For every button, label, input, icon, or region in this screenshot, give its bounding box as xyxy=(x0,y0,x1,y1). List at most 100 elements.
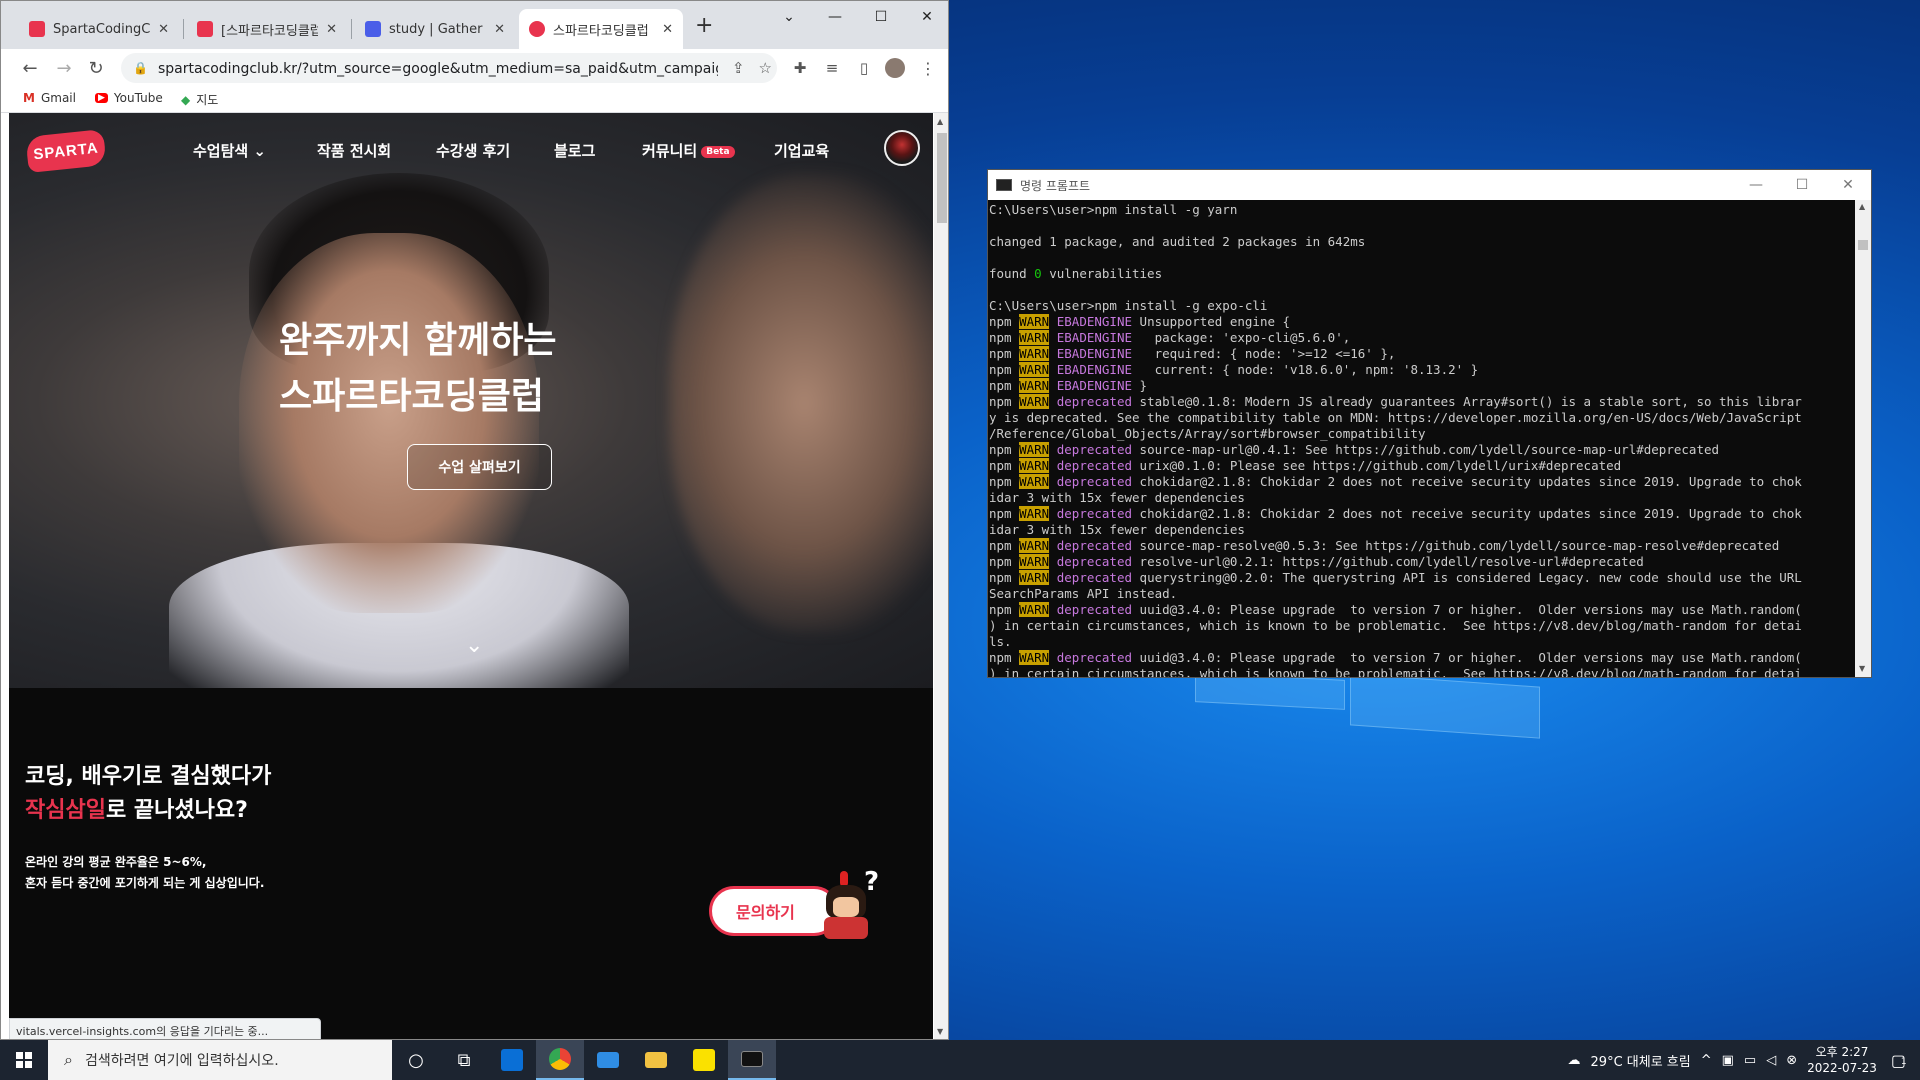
nav-showcase[interactable]: 작품 전시회 xyxy=(317,140,391,161)
scroll-down-arrow-icon[interactable]: ▼ xyxy=(1859,664,1865,673)
taskbar-search-box[interactable]: ⌕ 검색하려면 여기에 입력하십시오. xyxy=(48,1040,392,1080)
bookmarks-bar: M Gmail ▶ YouTube ◆ 지도 xyxy=(1,87,948,113)
weather-text[interactable]: 29°C 대체로 흐림 xyxy=(1591,1051,1691,1070)
close-window-button[interactable]: ✕ xyxy=(1825,170,1871,200)
cmd-warn-kind: EBADENGINE xyxy=(1056,362,1133,377)
notification-center-icon[interactable]: ▢ 1 xyxy=(1891,1051,1907,1070)
scroll-down-chevron-icon[interactable]: ⌄ xyxy=(465,633,483,658)
cmd-warn-kind: deprecated xyxy=(1056,554,1133,569)
close-icon[interactable]: ✕ xyxy=(326,22,337,37)
cmd-warn-badge: WARN xyxy=(1019,394,1050,409)
close-icon[interactable]: ✕ xyxy=(662,22,673,37)
tab-search-chevron-icon[interactable]: ⌄ xyxy=(766,1,812,33)
cmd-warn-badge: WARN xyxy=(1019,474,1050,489)
url-text: spartacodingclub.kr/?utm_source=google&u… xyxy=(157,61,718,77)
minimize-button[interactable]: — xyxy=(812,1,858,33)
weather-cloud-icon[interactable]: ☁ xyxy=(1568,1053,1581,1068)
browse-courses-button[interactable]: 수업 살펴보기 xyxy=(407,444,552,490)
cmd-warn-badge: WARN xyxy=(1019,554,1050,569)
youtube-icon: ▶ xyxy=(95,93,108,103)
sparta-logo[interactable]: SPARTA xyxy=(25,129,107,173)
forward-arrow-icon[interactable]: → xyxy=(53,57,75,79)
close-icon[interactable]: ✕ xyxy=(158,22,169,37)
section-title-line: 작심삼일로 끝나셨나요? xyxy=(25,794,271,828)
back-arrow-icon[interactable]: ← xyxy=(19,57,41,79)
browser-tab[interactable]: [스파르타코딩클럽 ✕ xyxy=(187,9,347,49)
volume-icon[interactable]: ◁ xyxy=(1766,1053,1776,1068)
cmd-text: source-map-resolve@0.5.3: See https://gi… xyxy=(1132,538,1780,553)
chrome-taskbar-icon[interactable] xyxy=(536,1040,584,1080)
mail-tile xyxy=(597,1052,619,1068)
hero-title: 완주까지 함께하는 스파르타코딩클럽 xyxy=(279,313,699,425)
scroll-down-arrow-icon[interactable]: ▼ xyxy=(937,1027,943,1036)
tray-chevron-up-icon[interactable]: ^ xyxy=(1701,1053,1712,1068)
extensions-puzzle-icon[interactable]: ✚ xyxy=(789,57,811,79)
clock-date: 2022-07-23 xyxy=(1807,1061,1877,1075)
cmd-npm-prefix: npm xyxy=(989,394,1020,409)
task-view-icon[interactable]: ⧉ xyxy=(440,1040,488,1080)
close-window-button[interactable]: ✕ xyxy=(904,1,948,33)
maximize-button[interactable]: ☐ xyxy=(1779,170,1825,200)
user-avatar[interactable] xyxy=(884,130,920,166)
close-icon[interactable]: ✕ xyxy=(494,22,505,37)
reload-icon[interactable]: ↻ xyxy=(85,57,107,79)
cmd-warn-kind: deprecated xyxy=(1056,474,1133,489)
cmd-line: found 0 vulnerabilities xyxy=(989,266,1855,282)
tray-status-icon[interactable]: ⊗ xyxy=(1786,1053,1797,1068)
cmd-output[interactable]: C:\Users\user>npm install -g yarn changed… xyxy=(988,200,1855,677)
cmd-line: idar 3 with 15x fewer dependencies xyxy=(989,490,1245,505)
new-tab-button[interactable]: + xyxy=(695,13,713,38)
page-scrollbar[interactable]: ▲ ▼ xyxy=(934,113,948,1039)
clock[interactable]: 오후 2:27 2022-07-23 xyxy=(1807,1044,1877,1076)
browser-tab[interactable]: SpartaCodingClub ✕ xyxy=(19,9,179,49)
scroll-thumb[interactable] xyxy=(1858,240,1868,250)
nav-reviews[interactable]: 수강생 후기 xyxy=(436,140,510,161)
scroll-thumb[interactable] xyxy=(937,133,947,223)
store-icon[interactable] xyxy=(488,1040,536,1080)
side-panel-icon[interactable]: ▯ xyxy=(853,57,875,79)
cmd-scrollbar[interactable]: ▲ ▼ xyxy=(1855,200,1871,677)
browser-tab[interactable]: study | Gather ✕ xyxy=(355,9,515,49)
bookmark-label: 지도 xyxy=(196,93,219,107)
start-button[interactable] xyxy=(0,1040,48,1080)
nav-enterprise[interactable]: 기업교육 xyxy=(774,140,829,161)
cmd-line xyxy=(989,218,1855,234)
maximize-button[interactable]: ☐ xyxy=(858,1,904,33)
address-bar[interactable]: 🔒 spartacodingclub.kr/?utm_source=google… xyxy=(121,53,777,83)
profile-avatar-icon[interactable] xyxy=(884,57,906,79)
cmd-npm-prefix: npm xyxy=(989,314,1020,329)
network-icon[interactable]: ▭ xyxy=(1744,1053,1756,1068)
browser-tab-active[interactable]: 스파르타코딩클럽 ✕ xyxy=(519,9,683,49)
cmd-line: npm WARN deprecated source-map-resolve@0… xyxy=(989,538,1855,554)
menu-kebab-icon[interactable]: ⋮ xyxy=(917,57,939,79)
bookmark-gmail[interactable]: M Gmail xyxy=(23,91,76,105)
nav-course-explore[interactable]: 수업탐색 ⌄ xyxy=(193,140,266,161)
search-icon: ⌕ xyxy=(64,1050,73,1069)
bookmark-label: Gmail xyxy=(40,91,76,105)
cmd-line: npm WARN deprecated source-map-url@0.4.1… xyxy=(989,442,1855,458)
cmd-line: y is deprecated. See the compatibility t… xyxy=(989,410,1802,425)
tray-device-icon[interactable]: ▣ xyxy=(1722,1053,1734,1068)
clock-time: 오후 2:27 xyxy=(1815,1045,1869,1059)
share-icon[interactable]: ⇪ xyxy=(732,59,745,77)
bookmark-label: YouTube xyxy=(113,91,163,105)
cortana-circle-icon[interactable]: ○ xyxy=(392,1040,440,1080)
cmd-warn-kind: deprecated xyxy=(1056,650,1133,665)
mail-icon[interactable] xyxy=(584,1040,632,1080)
minimize-button[interactable]: — xyxy=(1733,170,1779,200)
scroll-up-arrow-icon[interactable]: ▲ xyxy=(1859,202,1865,211)
cmd-taskbar-icon[interactable] xyxy=(728,1040,776,1080)
file-explorer-icon[interactable] xyxy=(632,1040,680,1080)
nav-community-label: 커뮤니티 xyxy=(642,142,698,160)
cmd-titlebar[interactable]: 명령 프롬프트 — ☐ ✕ xyxy=(988,170,1871,200)
nav-blog[interactable]: 블로그 xyxy=(554,140,595,161)
cmd-warn-badge: WARN xyxy=(1019,346,1050,361)
bookmark-star-icon[interactable]: ☆ xyxy=(759,59,772,77)
kakaotalk-icon[interactable] xyxy=(680,1040,728,1080)
bookmark-youtube[interactable]: ▶ YouTube xyxy=(95,91,163,105)
media-queue-icon[interactable]: ≡ xyxy=(821,57,843,79)
scroll-up-arrow-icon[interactable]: ▲ xyxy=(937,117,943,126)
nav-community[interactable]: 커뮤니티 Beta xyxy=(642,140,735,161)
bookmark-maps[interactable]: ◆ 지도 xyxy=(181,91,218,108)
mascot-character-icon[interactable]: ? xyxy=(816,867,879,941)
